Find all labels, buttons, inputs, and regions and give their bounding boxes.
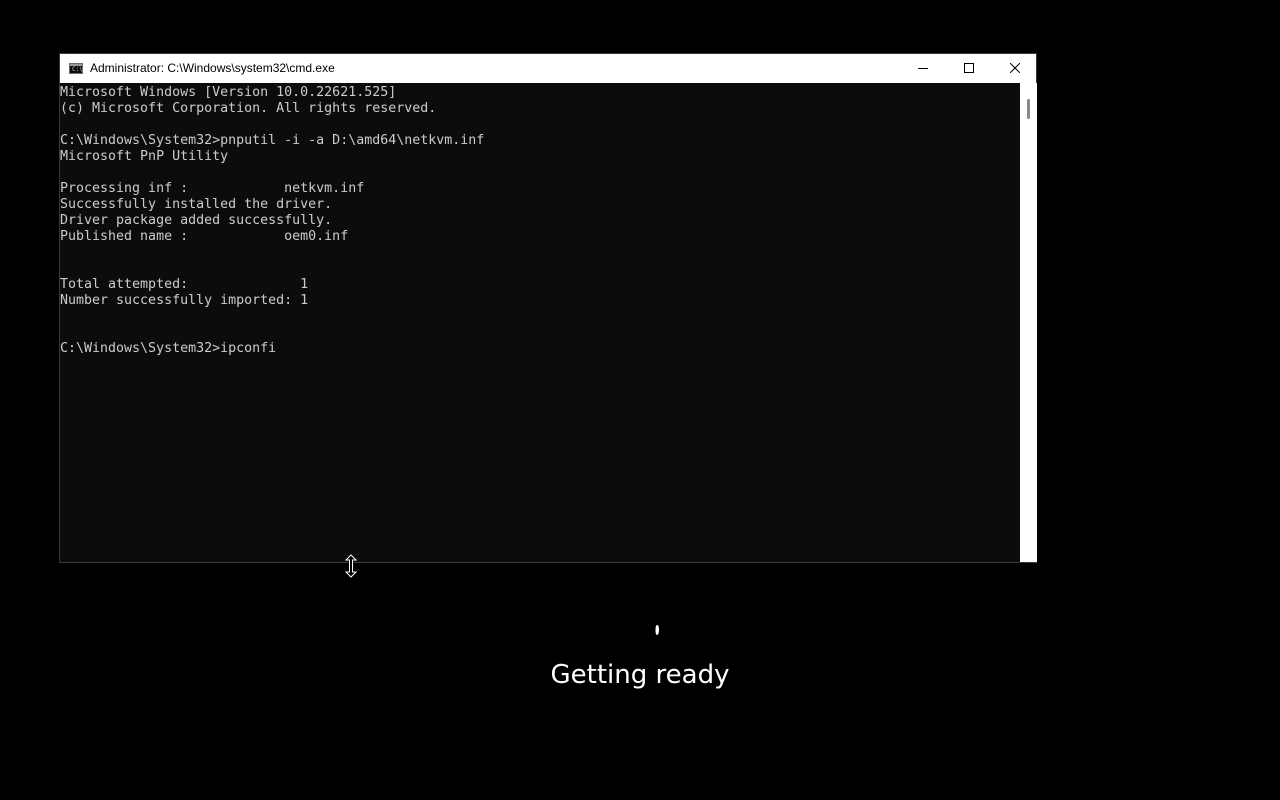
console-line: Successfully installed the driver. bbox=[60, 197, 333, 212]
console-output[interactable]: Microsoft Windows [Version 10.0.22621.52… bbox=[60, 83, 1020, 562]
minimize-icon bbox=[918, 68, 928, 69]
title-bar[interactable]: C:\ Administrator: C:\Windows\system32\c… bbox=[60, 54, 1036, 83]
cmd-window[interactable]: C:\ Administrator: C:\Windows\system32\c… bbox=[59, 53, 1037, 563]
close-button[interactable] bbox=[992, 54, 1038, 83]
window-title: Administrator: C:\Windows\system32\cmd.e… bbox=[90, 61, 335, 75]
console-line: (c) Microsoft Corporation. All rights re… bbox=[60, 101, 437, 116]
close-icon bbox=[1010, 63, 1020, 73]
console-line: Number successfully imported: 1 bbox=[60, 293, 309, 308]
cmd-app-icon: C:\ bbox=[69, 63, 83, 74]
console-line: Published name : oem0.inf bbox=[60, 229, 349, 244]
console-line: C:\Windows\System32>ipconfi bbox=[60, 341, 277, 356]
vertical-resize-cursor-icon bbox=[345, 554, 357, 578]
console-line: C:\Windows\System32>pnputil -i -a D:\amd… bbox=[60, 133, 485, 148]
console-text: Microsoft Windows [Version 10.0.22621.52… bbox=[60, 83, 1020, 357]
scrollbar-thumb[interactable] bbox=[1027, 99, 1030, 119]
console-line: Total attempted: 1 bbox=[60, 277, 309, 292]
cmd-app-icon-glyph: C:\ bbox=[72, 66, 83, 73]
getting-ready-status: Getting ready bbox=[550, 660, 730, 690]
minimize-button[interactable] bbox=[900, 54, 946, 83]
console-line: Microsoft Windows [Version 10.0.22621.52… bbox=[60, 85, 397, 100]
maximize-button[interactable] bbox=[946, 54, 992, 83]
maximize-icon bbox=[964, 63, 974, 73]
console-line: Microsoft PnP Utility bbox=[60, 149, 229, 164]
console-line: Processing inf : netkvm.inf bbox=[60, 181, 365, 196]
vertical-scrollbar[interactable] bbox=[1020, 83, 1037, 562]
loading-spinner-icon bbox=[655, 625, 659, 635]
console-line: Driver package added successfully. bbox=[60, 213, 333, 228]
